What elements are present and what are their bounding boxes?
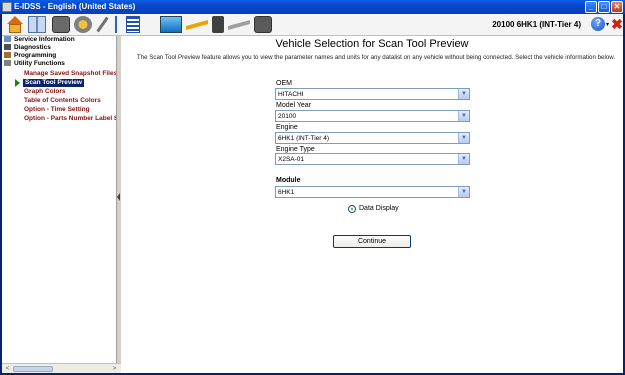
chevron-down-icon[interactable]: ▼ [458, 154, 469, 164]
window-title: E-IDSS - English (United States) [14, 2, 136, 11]
toolbar: 20100 6HK1 (INT-Tier 4) ? ▾ ✖ [2, 14, 623, 36]
programming-icon [4, 52, 11, 58]
chevron-down-icon[interactable]: ▼ [458, 89, 469, 99]
vehicle-label: 20100 6HK1 (INT-Tier 4) [492, 20, 581, 29]
module-label: Module [276, 177, 301, 184]
model-year-label: Model Year [276, 102, 312, 109]
tree-item-time-setting[interactable]: Option - Time Setting [24, 106, 90, 114]
tree-item-programming[interactable]: Programming [4, 52, 56, 60]
service-info-icon [4, 36, 11, 42]
home-icon[interactable] [6, 16, 24, 33]
current-item-arrow-icon [15, 79, 20, 87]
model-year-select[interactable]: 20100 ▼ [275, 110, 470, 122]
scroll-right-icon[interactable]: > [110, 365, 119, 373]
data-display-label: Data Display [359, 205, 399, 212]
tree-item-label: Utility Functions [14, 60, 65, 67]
tree-item-diagnostics[interactable]: Diagnostics [4, 44, 51, 52]
tree-item-parts-label[interactable]: Option - Parts Number Label Setting [24, 115, 116, 123]
page-description: The Scan Tool Preview feature allows you… [136, 54, 616, 61]
window-titlebar: E-IDSS - English (United States) _ □ ✕ [0, 0, 625, 14]
model-year-value: 20100 [278, 113, 297, 120]
chevron-down-icon[interactable]: ▼ [458, 111, 469, 121]
device-icon[interactable] [212, 16, 224, 33]
app-icon [2, 2, 12, 12]
scrollbar-thumb[interactable] [13, 366, 53, 372]
engine-type-select[interactable]: X2SA-01 ▼ [275, 153, 470, 165]
tree-item-service-information[interactable]: Service Information [4, 36, 75, 44]
engine-type-value: X2SA-01 [278, 156, 305, 163]
help-icon[interactable]: ? [591, 17, 605, 31]
close-button[interactable]: ✕ [611, 1, 623, 13]
exit-icon[interactable]: ✖ [611, 16, 623, 32]
maximize-button[interactable]: □ [598, 1, 610, 13]
list-icon[interactable] [126, 16, 140, 33]
engine-tools-icon[interactable] [254, 16, 272, 33]
module-value: 6HK1 [278, 189, 295, 196]
gear-icon[interactable] [74, 16, 92, 33]
oem-select[interactable]: HITACHI ▼ [275, 88, 470, 100]
tree-item-manage-snapshot[interactable]: Manage Saved Snapshot Files [24, 70, 116, 78]
tree-item-graph-colors[interactable]: Graph Colors [24, 88, 66, 96]
flash-icon[interactable] [186, 16, 208, 33]
navigation-tree: Service Information Diagnostics Programm… [2, 36, 117, 363]
tree-item-label: Service Information [14, 36, 75, 43]
tree-item-label: Diagnostics [14, 44, 51, 51]
oem-label: OEM [276, 80, 292, 87]
tree-item-label: Programming [14, 52, 57, 59]
utility-wrench-icon [4, 60, 11, 66]
page-title: Vehicle Selection for Scan Tool Preview [275, 38, 469, 50]
tree-item-scan-tool-preview[interactable]: Scan Tool Preview [23, 79, 84, 87]
chevron-down-icon[interactable]: ▼ [458, 187, 469, 197]
scroll-left-icon[interactable]: < [3, 365, 12, 373]
book-icon[interactable] [28, 16, 46, 33]
wrench-icon[interactable] [96, 16, 108, 33]
help-dropdown-icon[interactable]: ▾ [606, 21, 609, 28]
engine-value: 6HK1 (INT-Tier 4) [278, 135, 330, 142]
engine-type-label: Engine Type [276, 146, 315, 153]
oem-value: HITACHI [278, 91, 304, 98]
plug-icon[interactable] [112, 16, 120, 33]
screen-icon[interactable] [160, 16, 182, 33]
engine-label: Engine [276, 124, 298, 131]
chevron-down-icon[interactable]: ▼ [458, 133, 469, 143]
horizontal-scrollbar[interactable]: < > [2, 363, 121, 373]
main-content: Vehicle Selection for Scan Tool Preview … [121, 36, 623, 373]
engine-icon[interactable] [52, 16, 70, 33]
continue-button[interactable]: Continue [333, 235, 411, 248]
diagnostics-icon [4, 44, 11, 50]
data-display-radio[interactable] [348, 205, 356, 213]
module-select[interactable]: 6HK1 ▼ [275, 186, 470, 198]
flash-disabled-icon [228, 16, 250, 33]
tree-item-utility-functions[interactable]: Utility Functions [4, 60, 65, 68]
minimize-button[interactable]: _ [585, 1, 597, 13]
engine-select[interactable]: 6HK1 (INT-Tier 4) ▼ [275, 132, 470, 144]
collapse-panel-icon[interactable] [117, 193, 120, 201]
tree-item-toc-colors[interactable]: Table of Contents Colors [24, 97, 101, 105]
